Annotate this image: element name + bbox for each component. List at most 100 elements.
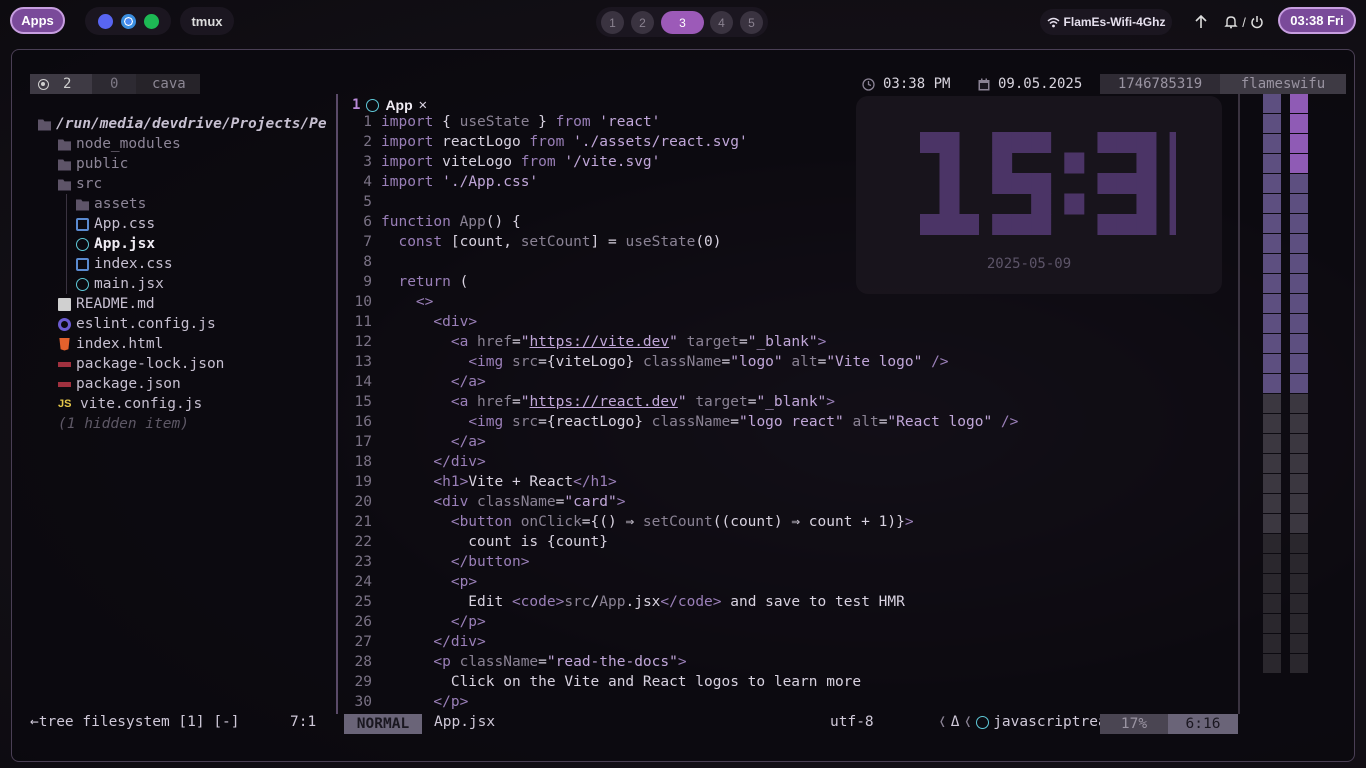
tree-item-label: eslint.config.js: [76, 316, 216, 332]
arrow-up-icon: [1195, 15, 1207, 28]
tree-item[interactable]: App.css: [66, 214, 336, 234]
buffer-tab-app[interactable]: 1 App ✕: [352, 96, 427, 114]
tree-status: ←tree filesystem [1] [-]: [30, 714, 240, 730]
clock-pixel: [992, 173, 1013, 194]
cava-bar-segment: [1290, 254, 1308, 273]
cava-bar-segment: [1263, 534, 1281, 553]
tree-item-label: README.md: [76, 296, 155, 312]
cava-bar-segment: [1290, 354, 1308, 373]
cava-pane-indicator[interactable]: 2: [30, 74, 92, 94]
top-bar: Apps tmux 1 2 3 4 5 FlamEs-Wifi-4Ghz / 0…: [0, 0, 1366, 44]
tree-item[interactable]: package-lock.json: [38, 354, 336, 374]
line-number: 20: [354, 494, 372, 510]
workspace-2[interactable]: 2: [631, 11, 654, 34]
code-text: </p>: [450, 614, 486, 630]
tree-item-label: App.jsx: [94, 236, 156, 252]
code-text: const [count, setCount] = useState(0): [398, 234, 722, 250]
workspace-3[interactable]: 3: [661, 11, 704, 34]
line-number: 23: [354, 554, 372, 570]
cava-visualizer: [1263, 94, 1308, 673]
tree-item[interactable]: assets: [66, 194, 336, 214]
workspace-5[interactable]: 5: [740, 11, 763, 34]
code-text: <div>: [433, 314, 478, 330]
tree-item[interactable]: index.html: [38, 334, 336, 354]
code-text: </a>: [450, 374, 486, 390]
tree-root[interactable]: /run/media/devdrive/Projects/Pe: [38, 114, 336, 134]
cava-bar-segment: [1290, 314, 1308, 333]
cava-bar-segment: [1263, 594, 1281, 613]
cava-bar-segment: [1263, 514, 1281, 533]
react-icon: [76, 237, 89, 251]
tree-item-label: package-lock.json: [76, 356, 225, 372]
code-text: import './App.css': [381, 174, 539, 190]
cava-bar-segment: [1263, 554, 1281, 573]
apps-button[interactable]: Apps: [10, 7, 65, 34]
cava-count: 2: [63, 76, 72, 92]
spotify-icon[interactable]: [143, 13, 159, 29]
clock-pixel: [1136, 152, 1157, 174]
code-line: 10 <>: [346, 294, 1236, 314]
cava-bar-segment: [1290, 94, 1308, 113]
line-number: 7: [363, 234, 372, 250]
tree-item[interactable]: src: [38, 174, 336, 194]
cava-bar-segment: [1263, 274, 1281, 293]
clock-pixel: [1136, 173, 1157, 194]
cava-bar-segment: [1290, 414, 1308, 433]
line-number: 3: [363, 154, 372, 170]
widget-date: 2025-05-09: [986, 256, 1072, 272]
react-icon: [366, 98, 380, 112]
clock-pixel: [992, 152, 1013, 174]
power-icon[interactable]: [1250, 15, 1264, 29]
clock-pixel: [1097, 132, 1118, 153]
code-line: 18 </div>: [346, 454, 1236, 474]
cava-bar-segment: [1290, 594, 1308, 613]
code-text: </a>: [450, 434, 486, 450]
tree-item[interactable]: package.json: [38, 374, 336, 394]
clock-button[interactable]: 03:38 Fri: [1278, 7, 1356, 34]
cava-bar-segment: [1263, 354, 1281, 373]
tree-item[interactable]: main.jsx: [66, 274, 336, 294]
workspace-1[interactable]: 1: [601, 11, 624, 34]
cava-bar-segment: [1263, 194, 1281, 213]
code-line: 22 count is {count}: [346, 534, 1236, 554]
cava-bar-segment: [1263, 654, 1281, 673]
code-line: 16 <img src={reactLogo} className="logo …: [346, 414, 1236, 434]
cava-bar-segment: [1290, 654, 1308, 673]
tree-item[interactable]: App.jsx: [66, 234, 336, 254]
wifi-ssid: FlamEs-Wifi-4Ghz: [1063, 15, 1166, 29]
cava-bar-segment: [1290, 494, 1308, 513]
close-icon[interactable]: ✕: [419, 97, 427, 113]
code-line: 14 </a>: [346, 374, 1236, 394]
folder-icon: [58, 139, 71, 151]
cava-label-segment: cava: [136, 74, 200, 94]
cava-bar-segment: [1263, 234, 1281, 253]
tree-hidden-items: (1 hidden item): [38, 414, 336, 434]
discord-icon[interactable]: [97, 13, 113, 29]
tree-item[interactable]: node_modules: [38, 134, 336, 154]
cava-bar-segment: [1263, 334, 1281, 353]
clock-pixel: [1169, 193, 1176, 215]
bell-icon[interactable]: [1224, 15, 1238, 29]
code-line: 29 Click on the Vite and React logos to …: [346, 674, 1236, 694]
workspace-4[interactable]: 4: [710, 11, 733, 34]
code-text: <div className="card">: [433, 494, 626, 510]
tmux-window-title[interactable]: tmux: [180, 7, 234, 35]
tree-item[interactable]: index.css: [66, 254, 336, 274]
line-number: 28: [354, 654, 372, 670]
chrome-icon[interactable]: [120, 13, 136, 29]
tree-item-label: index.css: [94, 256, 173, 272]
wifi-indicator[interactable]: FlamEs-Wifi-4Ghz: [1040, 9, 1172, 35]
line-number: 10: [354, 294, 372, 310]
clock-pixel: [1169, 152, 1176, 174]
tree-item[interactable]: README.md: [38, 294, 336, 314]
updates-button[interactable]: [1190, 9, 1212, 35]
tree-item[interactable]: JS vite.config.js: [38, 394, 336, 414]
tree-item-label: assets: [94, 196, 147, 212]
cava-bar-segment: [1263, 434, 1281, 453]
pane-divider: [1238, 94, 1240, 714]
cava-bar-segment: [1290, 394, 1308, 413]
cava-bar-segment: [1290, 334, 1308, 353]
tree-item[interactable]: public: [38, 154, 336, 174]
tree-item[interactable]: eslint.config.js: [38, 314, 336, 334]
tree-item-label: vite.config.js: [80, 396, 203, 412]
